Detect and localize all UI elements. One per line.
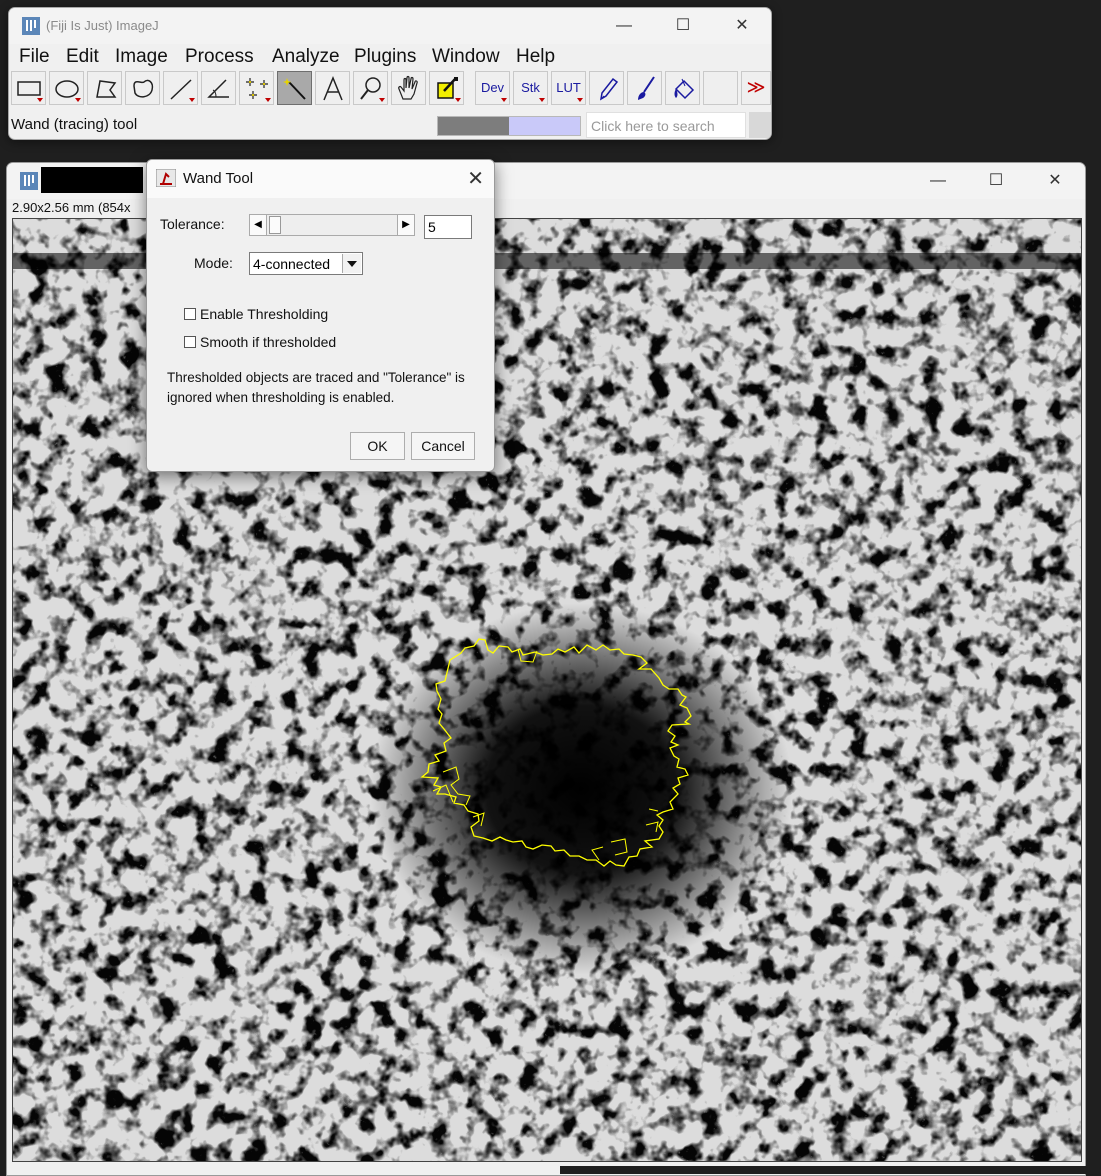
pencil-tool[interactable] [589, 71, 624, 105]
wand-tool-dialog: Wand Tool ✕ Tolerance: ◀ ▶ 5 Mode: 4-con… [146, 159, 495, 472]
tolerance-field[interactable]: 5 [424, 215, 472, 239]
angle-icon [207, 79, 229, 98]
freehand-icon [133, 79, 154, 98]
menu-window[interactable]: Window [432, 46, 500, 68]
mode-select-value: 4-connected [253, 256, 331, 272]
image-info-text: 2.90x2.56 mm (854x [12, 200, 131, 215]
line-tool[interactable] [163, 71, 198, 105]
search-scrollbar[interactable] [749, 112, 771, 138]
fiji-app-icon [20, 172, 38, 190]
color-picker-tool[interactable] [429, 71, 464, 105]
dialog-close-button[interactable]: ✕ [467, 166, 484, 191]
magnifier-tool[interactable] [353, 71, 388, 105]
angle-tool[interactable] [201, 71, 236, 105]
oval-tool[interactable] [49, 71, 84, 105]
text-tool[interactable] [315, 71, 350, 105]
menu-file[interactable]: File [19, 46, 50, 68]
menu-indicator-icon [75, 98, 81, 102]
slider-left-arrow-icon[interactable]: ◀ [250, 215, 267, 235]
stk-menu-tool[interactable]: Stk [513, 71, 548, 105]
minimize-button[interactable]: — [604, 14, 644, 38]
tolerance-slider[interactable]: ◀ ▶ [249, 214, 415, 236]
cancel-button[interactable]: Cancel [411, 432, 475, 460]
brush-tool[interactable] [627, 71, 662, 105]
scroll-tool[interactable] [391, 71, 426, 105]
imagej-titlebar[interactable]: (Fiji Is Just) ImageJ — ☐ ✕ [9, 8, 771, 44]
tool-bar: Dev Stk LUT ≫ [11, 71, 771, 107]
rectangle-tool[interactable] [11, 71, 46, 105]
lut-tool-label: LUT [556, 80, 581, 95]
mode-select[interactable]: 4-connected [249, 252, 363, 275]
polygon-icon [96, 80, 117, 98]
menu-indicator-icon [37, 98, 43, 102]
ok-button[interactable]: OK [350, 432, 405, 460]
text-icon [323, 76, 343, 101]
wand-icon [283, 78, 306, 100]
stk-tool-label: Stk [521, 80, 540, 95]
menu-indicator-icon [501, 98, 507, 102]
slider-right-arrow-icon[interactable]: ▶ [397, 215, 414, 235]
menu-analyze[interactable]: Analyze [272, 46, 340, 68]
dialog-titlebar[interactable]: Wand Tool ✕ [147, 160, 494, 198]
progress-bar [437, 116, 581, 136]
double-chevron-right-icon: ≫ [746, 77, 766, 97]
dev-tool-label: Dev [480, 80, 505, 95]
tolerance-label: Tolerance: [160, 216, 225, 232]
imagej-window-title: (Fiji Is Just) ImageJ [46, 18, 159, 33]
enable-thresholding-label: Enable Thresholding [200, 306, 329, 322]
menu-process[interactable]: Process [185, 46, 254, 68]
mode-label: Mode: [194, 255, 233, 271]
progress-bar-fill [438, 117, 509, 135]
taskbar-strip [560, 1166, 1101, 1174]
freehand-tool[interactable] [125, 71, 160, 105]
enable-thresholding-checkbox[interactable] [184, 308, 196, 320]
smooth-if-thresholded-checkbox[interactable] [184, 336, 196, 348]
close-button[interactable]: ✕ [1035, 169, 1075, 193]
imagej-main-window: (Fiji Is Just) ImageJ — ☐ ✕ File Edit Im… [8, 7, 772, 140]
fiji-app-icon [22, 17, 40, 35]
maximize-button[interactable]: ☐ [663, 14, 703, 38]
menu-indicator-icon [577, 98, 583, 102]
point-tool[interactable] [239, 71, 274, 105]
help-note: Thresholded objects are traced and "Tole… [167, 370, 465, 405]
menu-indicator-icon [189, 98, 195, 102]
menu-plugins[interactable]: Plugins [354, 46, 416, 68]
flood-fill-tool[interactable] [665, 71, 700, 105]
paintbrush-icon [638, 76, 655, 100]
menu-indicator-icon [539, 98, 545, 102]
smooth-if-thresholded-label: Smooth if thresholded [200, 334, 337, 350]
imagej-microscope-icon [156, 169, 176, 187]
close-button[interactable]: ✕ [722, 14, 762, 38]
menu-bar: File Edit Image Process Analyze Plugins … [9, 44, 771, 70]
redacted-title [41, 167, 143, 193]
more-tools-button[interactable]: ≫ [741, 71, 771, 105]
maximize-button[interactable]: ☐ [976, 169, 1016, 193]
dialog-title: Wand Tool [183, 170, 254, 187]
status-text: Wand (tracing) tool [11, 116, 138, 133]
empty-tool-slot [703, 71, 738, 105]
wand-tool[interactable] [277, 71, 312, 105]
menu-indicator-icon [379, 98, 385, 102]
lut-menu-tool[interactable]: LUT [551, 71, 586, 105]
hand-icon [398, 75, 418, 100]
polygon-tool[interactable] [87, 71, 122, 105]
chevron-down-icon[interactable] [342, 254, 361, 273]
search-field[interactable]: Click here to search [586, 112, 746, 138]
menu-edit[interactable]: Edit [66, 46, 99, 68]
dev-menu-tool[interactable]: Dev [475, 71, 510, 105]
menu-indicator-icon [265, 98, 271, 102]
menu-help[interactable]: Help [516, 46, 555, 68]
paint-bucket-icon [674, 78, 695, 100]
minimize-button[interactable]: — [918, 169, 958, 193]
slider-thumb[interactable] [269, 216, 282, 234]
menu-indicator-icon [455, 98, 461, 102]
pencil-icon [599, 77, 619, 101]
menu-image[interactable]: Image [115, 46, 168, 68]
